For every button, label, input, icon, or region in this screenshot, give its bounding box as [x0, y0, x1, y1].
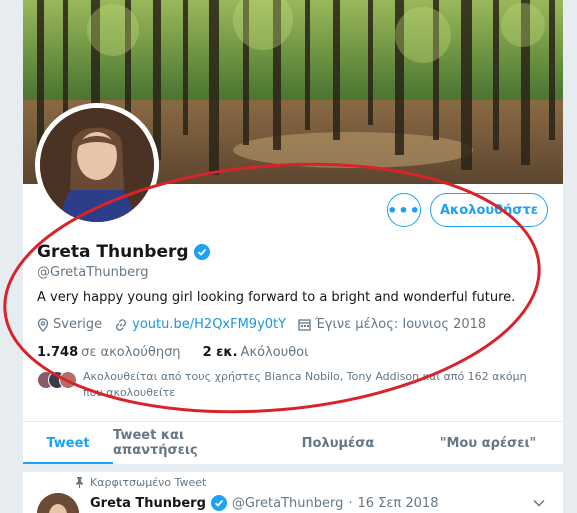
profile-tabs: Tweet Tweet και απαντήσεις Πολυμέσα "Μου…	[23, 421, 563, 472]
tweet-handle[interactable]: @GretaThunberg	[232, 496, 343, 511]
link-icon	[116, 318, 127, 331]
profile-link[interactable]: youtu.be/H2QxFM9y0tY	[132, 317, 286, 332]
verified-icon	[210, 495, 227, 511]
profile-bio: A very happy young girl looking forward …	[37, 290, 516, 305]
joined-group: Έγινε μέλος: Ιουνιος 2018	[298, 317, 486, 332]
follower-avatar	[59, 371, 77, 389]
more-options-button[interactable]: •••	[387, 193, 421, 227]
follow-button[interactable]: Ακολουθήστε	[430, 193, 548, 227]
location-icon	[37, 317, 49, 332]
tab-tweets[interactable]: Tweet	[23, 422, 113, 464]
tweet-author[interactable]: Greta Thunberg	[90, 496, 206, 511]
profile-name[interactable]: Greta Thunberg	[37, 242, 189, 262]
profile-counts: 1.748 σε ακολούθηση 2 εκ. Ακόλουθοι	[37, 345, 309, 360]
profile-handle[interactable]: @GretaThunberg	[37, 265, 148, 280]
tweet-separator: ·	[348, 495, 353, 511]
tweet-header: Greta Thunberg @GretaThunberg · 16 Σεπ 2…	[90, 495, 438, 511]
following-count-link[interactable]: 1.748 σε ακολούθηση	[37, 345, 181, 360]
tweet-date[interactable]: 16 Σεπ 2018	[358, 496, 439, 511]
calendar-icon	[298, 319, 311, 331]
tab-media[interactable]: Πολυμέσα	[263, 422, 413, 464]
profile-name-row: Greta Thunberg	[37, 242, 210, 262]
tweet-avatar[interactable]	[37, 493, 79, 513]
verified-icon	[193, 244, 210, 260]
joined-text: Έγινε μέλος: Ιουνιος 2018	[315, 317, 487, 332]
follower-avatars	[37, 371, 77, 389]
profile-meta: Sverige youtu.be/H2QxFM9y0tY Έγινε μέλος…	[37, 317, 492, 332]
link-group: youtu.be/H2QxFM9y0tY	[114, 317, 286, 332]
avatar[interactable]	[40, 108, 154, 222]
location-text: Sverige	[53, 317, 103, 332]
location-group: Sverige	[37, 317, 102, 332]
tab-tweets-replies[interactable]: Tweet και απαντήσεις	[113, 422, 263, 464]
chevron-down-icon[interactable]	[533, 496, 545, 510]
followers-count-link[interactable]: 2 εκ. Ακόλουθοι	[203, 345, 309, 360]
tab-likes[interactable]: "Μου αρέσει"	[413, 422, 563, 464]
profile-card: ••• Ακολουθήστε Greta Thunberg @GretaThu…	[23, 0, 563, 513]
followed-by-text: Ακολουθείται από τους χρήστες Bianca Nob…	[83, 370, 527, 399]
pin-icon	[76, 477, 83, 488]
pinned-tweet-label: Καρφιτσωμένο Tweet	[75, 476, 206, 489]
followers-you-know[interactable]: Ακολουθείται από τους χρήστες Bianca Nob…	[37, 369, 542, 401]
